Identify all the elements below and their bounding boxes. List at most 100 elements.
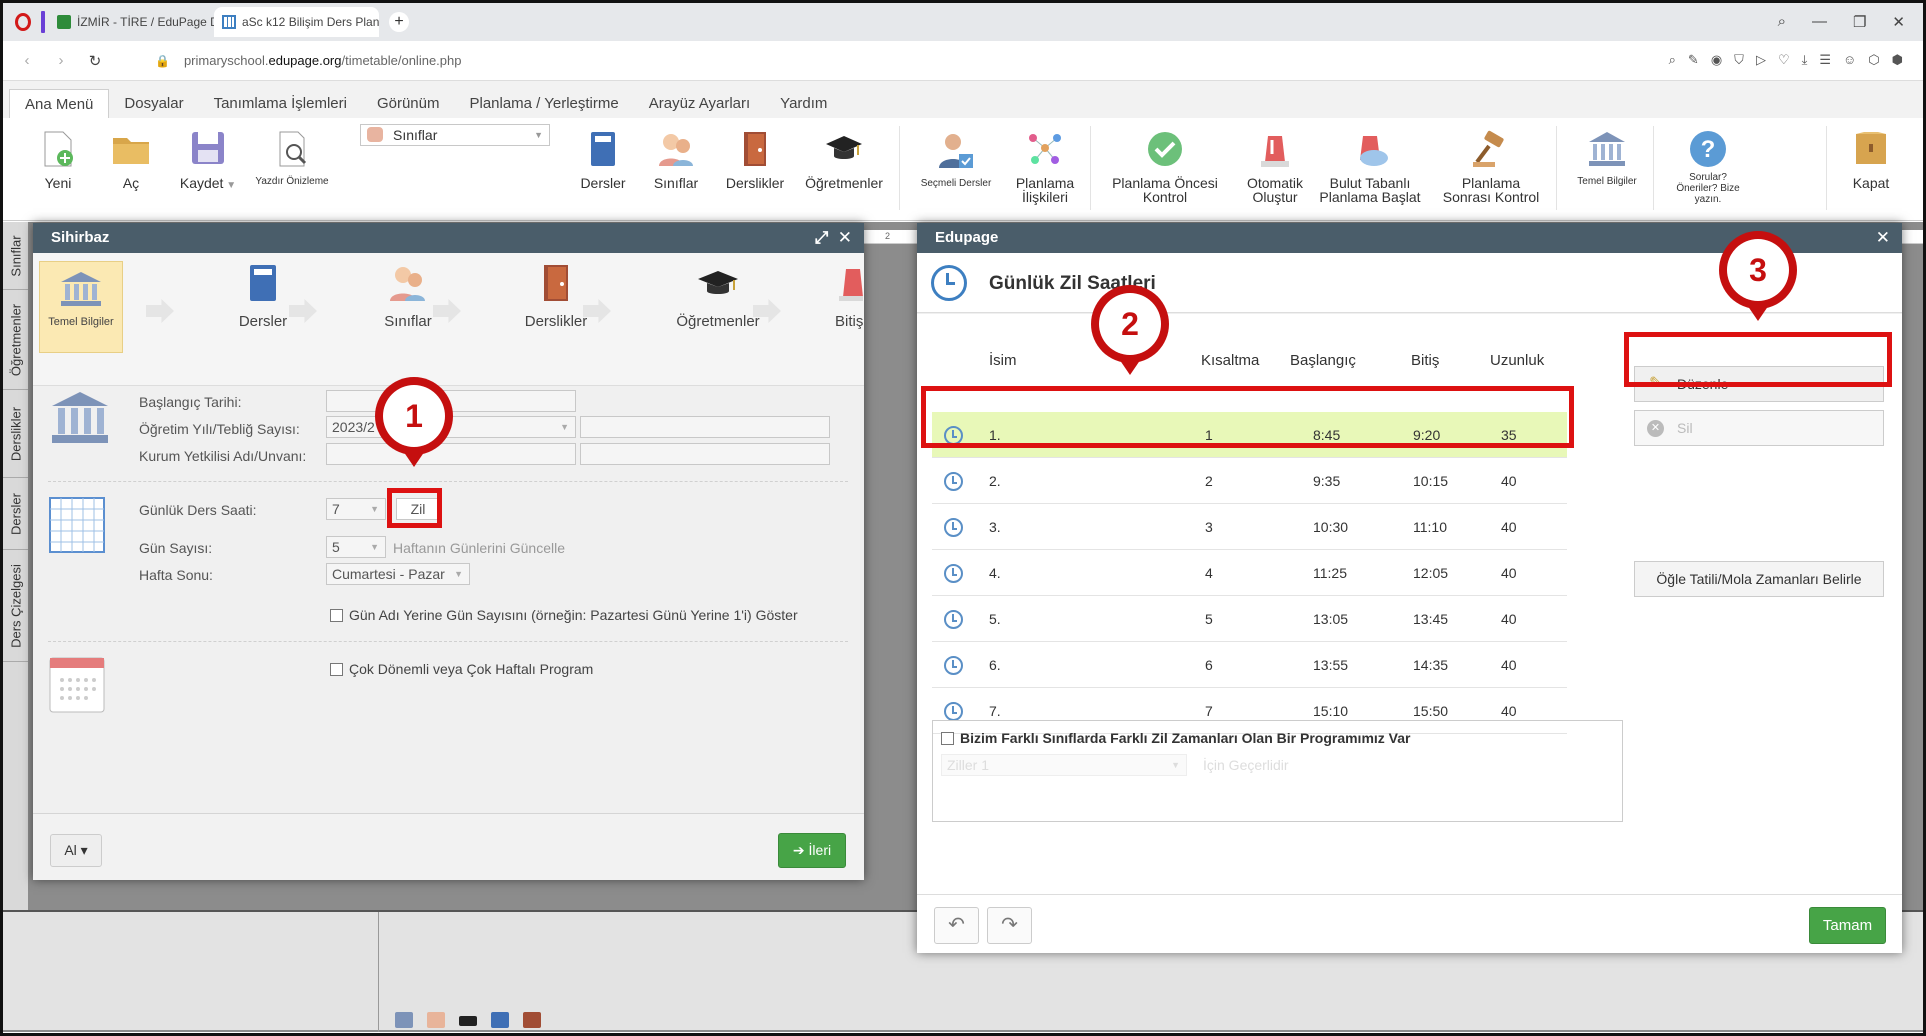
close-window-icon[interactable]: ✕ <box>1892 13 1905 31</box>
save-button[interactable]: Kaydet ▼ <box>173 130 243 193</box>
settings-icon[interactable]: ⬢ <box>1892 52 1903 68</box>
restore-icon[interactable]: ❐ <box>1853 13 1866 31</box>
auto-generate-button[interactable]: Otomatik Oluştur <box>1235 130 1315 204</box>
official-name-input[interactable] <box>326 443 576 465</box>
step-finish[interactable]: Bitiş <box>813 253 863 330</box>
bank-icon[interactable] <box>395 1012 413 1028</box>
camera-icon[interactable]: ◉ <box>1711 52 1722 68</box>
side-tab-rooms[interactable]: Derslikler <box>3 390 28 478</box>
open-button[interactable]: Aç <box>106 130 156 190</box>
checkbox-box[interactable] <box>330 608 343 622</box>
bell-dialog-title: Edupage <box>935 229 999 246</box>
zoom-icon[interactable]: ⌕ <box>1669 52 1676 68</box>
bell-row[interactable]: 5. 5 13:05 13:45 40 <box>932 596 1567 642</box>
extensions-icon[interactable]: ⬡ <box>1868 52 1879 68</box>
lessons-button[interactable]: Dersler <box>573 130 633 190</box>
undo-icon[interactable]: ↶ <box>934 907 979 944</box>
opera-logo-icon[interactable] <box>15 13 31 31</box>
expand-icon[interactable]: ⤢ <box>815 228 829 247</box>
side-tab-teachers[interactable]: Öğretmenler <box>3 290 28 390</box>
step-rooms[interactable]: Derslikler <box>496 253 616 330</box>
pre-planning-check-button[interactable]: Planlama Öncesi Kontrol <box>1101 130 1229 204</box>
update-days-link[interactable]: Haftanın Günlerini Güncelle <box>393 540 565 556</box>
classes-button[interactable]: Sınıflar <box>646 130 706 190</box>
teachers-button[interactable]: Öğretmenler <box>798 130 890 190</box>
weekend-select[interactable]: Cumartesi - Pazar ▼ <box>326 563 470 585</box>
play-icon[interactable]: ▷ <box>1756 52 1766 68</box>
side-tab-classes-label: Sınıflar <box>8 234 23 277</box>
post-planning-check-button[interactable]: Planlama Sonrası Kontrol <box>1433 130 1549 204</box>
checkbox-box[interactable] <box>941 731 954 745</box>
close-app-button[interactable]: Kapat <box>1841 130 1901 190</box>
questions-label-1: Sorular? <box>1689 172 1727 183</box>
door-icon[interactable] <box>523 1012 541 1028</box>
different-bells-label: Bizim Farklı Sınıflarda Farklı Zil Zaman… <box>960 730 1411 746</box>
browser-tab-2[interactable]: aSc k12 Bilişim Ders Planla <box>214 7 379 37</box>
heart-icon[interactable]: ♡ <box>1778 52 1790 68</box>
download-icon[interactable]: ⤓ <box>1802 52 1808 68</box>
bell-row[interactable]: 6. 6 13:55 14:35 40 <box>932 642 1567 688</box>
menu-ana-menu[interactable]: Ana Menü <box>9 89 110 118</box>
graduation-cap-icon[interactable] <box>459 1016 477 1026</box>
reload-icon[interactable]: ↻ <box>85 52 105 70</box>
menu-icon[interactable]: ☰ <box>1819 52 1831 68</box>
bell-row[interactable]: 3. 3 10:30 11:10 40 <box>932 504 1567 550</box>
browser-tab-1[interactable]: İZMİR - TİRE / EduPage De <box>49 7 214 37</box>
side-tab-schedule[interactable]: Ders Çizelgesi <box>3 550 28 662</box>
menu-gorunum[interactable]: Görünüm <box>362 89 455 118</box>
column-header-start[interactable]: Başlangıç <box>1290 352 1356 369</box>
close-icon[interactable]: ✕ <box>838 228 852 247</box>
checkbox-box[interactable] <box>330 662 343 676</box>
back-icon[interactable]: ‹ <box>17 52 37 69</box>
menu-arayuz[interactable]: Arayüz Ayarları <box>634 89 765 118</box>
bell-cell-isim: 7. <box>989 703 1001 719</box>
new-tab-icon[interactable]: + <box>389 12 409 32</box>
basic-info-button[interactable]: Temel Bilgiler <box>1569 130 1645 187</box>
students-icon[interactable] <box>427 1012 445 1028</box>
planning-relations-button[interactable]: Planlama İlişkileri <box>1008 130 1082 204</box>
side-tab-lessons[interactable]: Dersler <box>3 478 28 550</box>
shield-icon[interactable]: ⛉ <box>1734 52 1744 68</box>
elective-lessons-button[interactable]: Seçmeli Dersler <box>911 130 1001 189</box>
side-tab-classes[interactable]: Sınıflar <box>3 222 28 290</box>
redo-icon[interactable]: ↷ <box>987 907 1032 944</box>
different-bells-checkbox[interactable]: Bizim Farklı Sınıflarda Farklı Zil Zaman… <box>941 730 1410 746</box>
forward-icon[interactable]: › <box>51 52 71 69</box>
bell-row[interactable]: 4. 4 11:25 12:05 40 <box>932 550 1567 596</box>
delete-button[interactable]: ✕ Sil <box>1634 410 1884 446</box>
next-button[interactable]: ➔ İleri <box>778 833 846 868</box>
profile-icon[interactable]: ☺ <box>1843 52 1856 68</box>
bell-row[interactable]: 2. 2 9:35 10:15 40 <box>932 458 1567 504</box>
new-button[interactable]: Yeni <box>33 130 83 190</box>
day-count-select[interactable]: 5 ▼ <box>326 536 386 558</box>
lunch-break-button[interactable]: Öğle Tatili/Mola Zamanları Belirle <box>1634 561 1884 597</box>
step-basic-info[interactable]: Temel Bilgiler <box>39 261 123 353</box>
close-icon[interactable]: ✕ <box>1876 223 1890 253</box>
column-header-name[interactable]: İsim <box>989 352 1017 369</box>
official-title-input[interactable] <box>580 443 830 465</box>
circular-number-input[interactable] <box>580 416 830 438</box>
step-teachers[interactable]: Öğretmenler <box>638 253 798 330</box>
menu-dosyalar[interactable]: Dosyalar <box>109 89 198 118</box>
cloud-planning-button[interactable]: Bulut Tabanlı Planlama Başlat <box>1315 130 1425 204</box>
ok-button[interactable]: Tamam <box>1809 907 1886 944</box>
minimize-icon[interactable]: — <box>1812 13 1827 31</box>
book-icon[interactable] <box>491 1012 509 1028</box>
column-header-length[interactable]: Uzunluk <box>1490 352 1544 369</box>
al-button[interactable]: Al ▾ <box>50 834 102 867</box>
menu-yardim[interactable]: Yardım <box>765 89 842 118</box>
browser-search-icon[interactable]: ⌕ <box>1778 13 1786 31</box>
view-select[interactable]: Sınıflar ▼ <box>360 124 550 146</box>
classrooms-button[interactable]: Derslikler <box>717 130 793 190</box>
edit-icon[interactable]: ✎ <box>1688 52 1699 68</box>
multi-term-checkbox[interactable]: Çok Dönemli veya Çok Haftalı Program <box>330 661 593 677</box>
print-preview-button[interactable]: Yazdır Önizleme <box>249 130 335 187</box>
day-number-checkbox[interactable]: Gün Adı Yerine Gün Sayısını (örneğin: Pa… <box>330 607 798 623</box>
column-header-end[interactable]: Bitiş <box>1411 352 1439 369</box>
menu-planlama[interactable]: Planlama / Yerleştirme <box>454 89 633 118</box>
url-field[interactable]: 🔒 primaryschool. edupage.org/timetable/on… <box>155 53 461 68</box>
menu-tanimlama[interactable]: Tanımlama İşlemleri <box>199 89 362 118</box>
column-header-short[interactable]: Kısaltma <box>1201 352 1259 369</box>
daily-lessons-select[interactable]: 7 ▼ <box>326 498 386 520</box>
questions-button[interactable]: ? Sorular? Öneriler? Bize yazın. <box>1663 130 1753 205</box>
